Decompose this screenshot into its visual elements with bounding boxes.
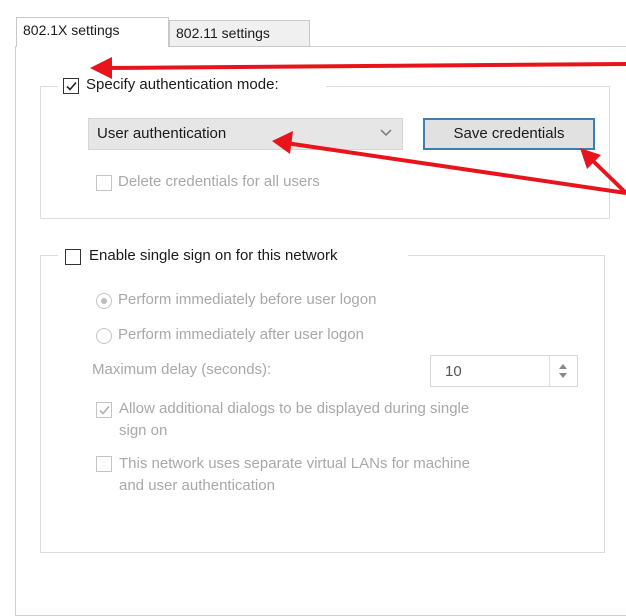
separate-vlans-checkbox[interactable] — [96, 456, 112, 472]
dialog: 802.1X settings 802.11 settings Specify … — [0, 0, 626, 616]
select-value: User authentication — [97, 125, 227, 142]
radio-after-logon[interactable] — [96, 328, 112, 344]
tab-802-11-settings[interactable]: 802.11 settings — [169, 20, 310, 47]
separate-vlans-label-line1: This network uses separate virtual LANs … — [119, 455, 470, 472]
allow-dialogs-label-line2: sign on — [119, 422, 168, 439]
radio-after-logon-label: Perform immediately after user logon — [118, 326, 364, 343]
delete-credentials-label: Delete credentials for all users — [118, 173, 320, 190]
max-delay-spinner[interactable]: 10 — [430, 355, 578, 387]
tab-label: 802.1X settings — [23, 22, 120, 38]
checkmark-icon — [66, 81, 77, 91]
max-delay-label: Maximum delay (seconds): — [92, 361, 272, 378]
tab-label: 802.11 settings — [176, 25, 270, 41]
authentication-mode-select[interactable]: User authentication — [88, 118, 403, 150]
delete-credentials-checkbox[interactable] — [96, 175, 112, 191]
allow-dialogs-checkbox[interactable] — [96, 402, 112, 418]
checkmark-icon — [99, 406, 110, 415]
save-credentials-button[interactable]: Save credentials — [423, 118, 595, 150]
specify-mode-checkbox[interactable] — [63, 78, 79, 94]
separate-vlans-label-line2: and user authentication — [119, 477, 275, 494]
authentication-mode-group — [40, 86, 610, 219]
spinner-buttons[interactable] — [549, 356, 577, 386]
enable-sso-label: Enable single sign on for this network — [89, 247, 338, 264]
max-delay-value: 10 — [445, 363, 462, 380]
radio-before-logon[interactable] — [96, 293, 112, 309]
radio-selected-dot — [101, 298, 107, 304]
allow-dialogs-label-line1: Allow additional dialogs to be displayed… — [119, 400, 470, 417]
specify-mode-label: Specify authentication mode: — [86, 76, 279, 93]
chevron-down-icon — [380, 129, 392, 137]
tab-802-1x-settings[interactable]: 802.1X settings — [16, 17, 169, 47]
enable-sso-checkbox[interactable] — [65, 249, 81, 265]
spin-arrows-icon — [559, 364, 567, 378]
radio-before-logon-label: Perform immediately before user logon — [118, 291, 377, 308]
